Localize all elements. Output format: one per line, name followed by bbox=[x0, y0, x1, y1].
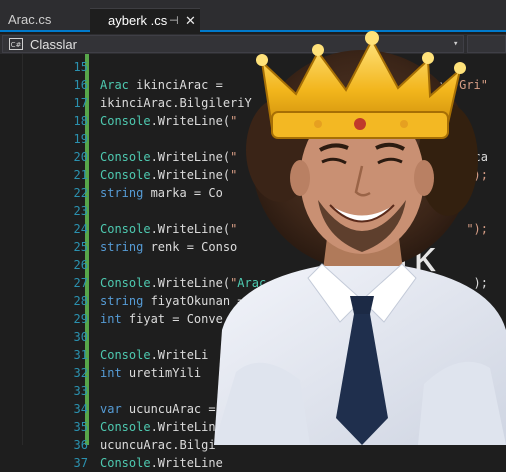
tie bbox=[350, 296, 374, 314]
person-photo bbox=[214, 31, 506, 445]
line-number: 37 bbox=[73, 456, 88, 470]
code-line[interactable]: 37 Console.WriteLine bbox=[0, 454, 506, 472]
code-text: Console.WriteLine bbox=[100, 456, 223, 470]
